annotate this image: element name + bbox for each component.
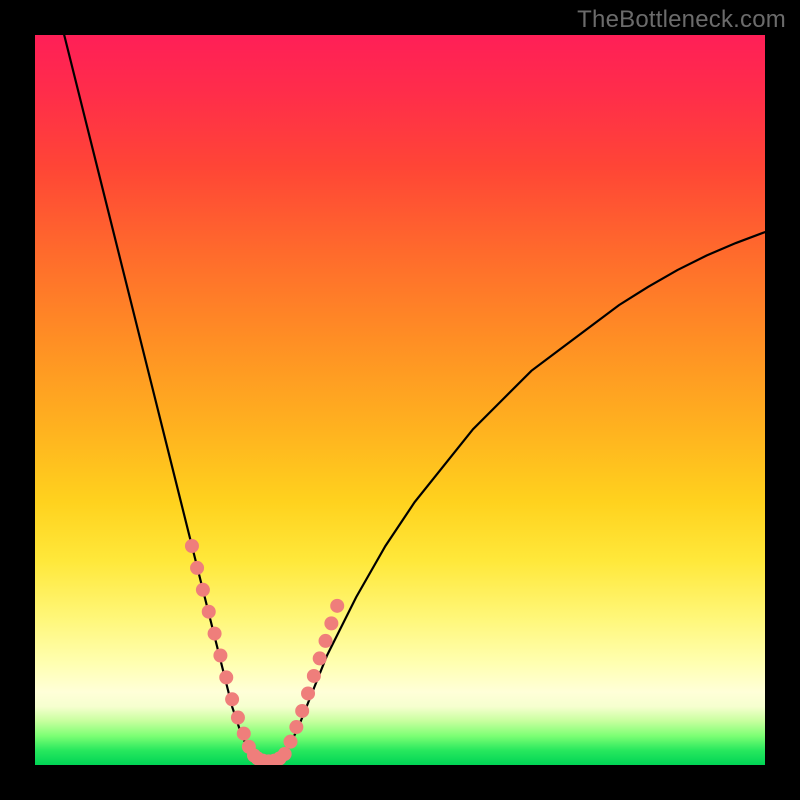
data-marker: [196, 583, 210, 597]
data-marker: [319, 634, 333, 648]
watermark-label: TheBottleneck.com: [577, 6, 786, 34]
data-marker: [301, 686, 315, 700]
data-marker: [202, 605, 216, 619]
data-marker: [219, 670, 233, 684]
data-marker: [190, 561, 204, 575]
data-marker: [237, 727, 251, 741]
data-marker: [231, 711, 245, 725]
data-marker: [324, 616, 338, 630]
curve-svg: [35, 35, 765, 765]
data-marker: [330, 599, 344, 613]
curve-group: [64, 35, 765, 761]
data-marker: [278, 747, 292, 761]
plot-area: [35, 35, 765, 765]
marker-group: [185, 539, 344, 765]
data-marker: [185, 539, 199, 553]
bottleneck-curve: [64, 35, 765, 761]
data-marker: [313, 651, 327, 665]
data-marker: [213, 649, 227, 663]
data-marker: [289, 720, 303, 734]
data-marker: [225, 692, 239, 706]
data-marker: [307, 669, 321, 683]
chart-frame: TheBottleneck.com: [0, 0, 800, 800]
data-marker: [208, 627, 222, 641]
data-marker: [284, 735, 298, 749]
data-marker: [295, 704, 309, 718]
